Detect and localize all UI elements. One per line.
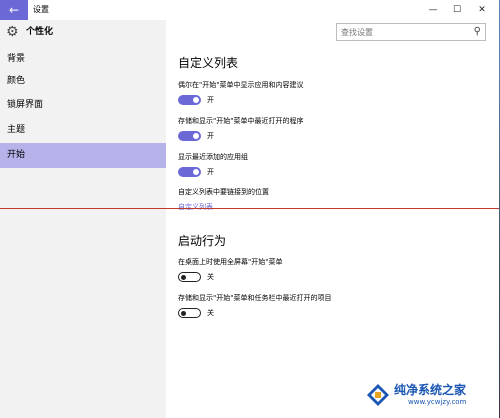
close-button[interactable]: ✕ <box>471 0 493 20</box>
watermark-url: www.ycwjzy.com <box>408 398 467 406</box>
main-content: ⚲ 自定义列表 偶尔在"开始"菜单中显示应用和内容建议 开 存储和显示"开始"菜… <box>166 20 499 418</box>
toggle-state: 开 <box>207 168 214 176</box>
sidebar-item-lockscreen[interactable]: 锁屏界面 <box>0 93 166 118</box>
sidebar-title: 个性化 <box>26 27 54 37</box>
watermark: 纯净系统之家 www.ycwjzy.com <box>366 383 494 409</box>
toggle-state: 开 <box>207 132 214 140</box>
red-divider-line <box>0 208 499 209</box>
settings-window: ← 设置 — ☐ ✕ ⚙ 个性化 背景 颜色 锁屏界面 主题 开始 ⚲ 自定义列… <box>0 0 499 418</box>
sidebar: ⚙ 个性化 背景 颜色 锁屏界面 主题 开始 <box>0 20 166 418</box>
maximize-button[interactable]: ☐ <box>446 0 468 20</box>
setting-label: 偶尔在"开始"菜单中显示应用和内容建议 <box>178 81 304 89</box>
setting-label: 在桌面上时使用全屏幕"开始"菜单 <box>178 258 283 266</box>
toggle-recently-added[interactable] <box>178 167 201 177</box>
minimize-button[interactable]: — <box>422 0 444 20</box>
search-input[interactable] <box>341 24 461 40</box>
setting-label: 存储和显示"开始"菜单中最近打开的程序 <box>178 117 304 125</box>
gear-icon: ⚙ <box>6 24 19 40</box>
link-caption: 自定义列表中要链接到的位置 <box>178 188 269 196</box>
toggle-knob <box>193 97 199 103</box>
search-box[interactable]: ⚲ <box>336 23 486 41</box>
customize-list-link[interactable]: 自定义列表 <box>178 202 213 212</box>
window-title: 设置 <box>33 5 49 14</box>
toggle-recent-programs[interactable] <box>178 131 201 141</box>
toggle-state: 关 <box>207 309 214 317</box>
watermark-text: 纯净系统之家 <box>394 383 467 397</box>
setting-label: 显示最近添加的应用组 <box>178 153 248 161</box>
section-heading-custom-list: 自定义列表 <box>178 56 239 70</box>
back-button[interactable]: ← <box>0 0 28 20</box>
toggle-fullscreen-start[interactable] <box>178 272 201 282</box>
toggle-recent-items[interactable] <box>178 308 201 318</box>
sidebar-item-start[interactable]: 开始 <box>0 143 166 168</box>
toggle-knob <box>181 274 186 280</box>
search-icon[interactable]: ⚲ <box>474 26 481 38</box>
toggle-knob <box>193 133 199 139</box>
watermark-logo-icon <box>367 384 389 406</box>
setting-label: 存储和显示"开始"菜单和任务栏中最近打开的项目 <box>178 294 332 302</box>
toggle-knob <box>181 310 186 316</box>
sidebar-item-colors[interactable]: 颜色 <box>0 69 166 94</box>
title-bar: ← 设置 — ☐ ✕ <box>0 0 499 20</box>
toggle-app-suggestions[interactable] <box>178 95 201 105</box>
toggle-state: 关 <box>207 273 214 281</box>
sidebar-header: ⚙ 个性化 <box>0 20 166 46</box>
section-heading-startup: 启动行为 <box>178 234 227 248</box>
sidebar-item-themes[interactable]: 主题 <box>0 118 166 143</box>
toggle-state: 开 <box>207 96 214 104</box>
toggle-knob <box>193 169 199 175</box>
back-arrow-icon: ← <box>8 3 20 17</box>
